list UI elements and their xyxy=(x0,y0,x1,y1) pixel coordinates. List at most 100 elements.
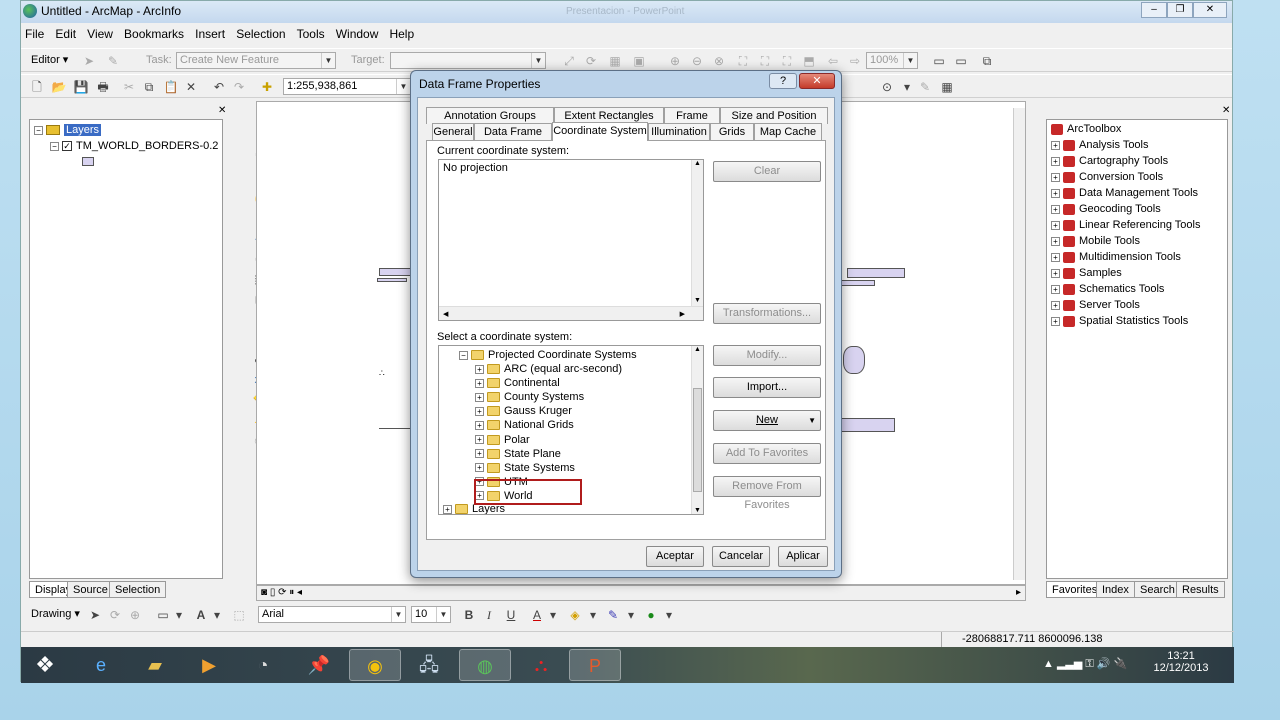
remove-from-favorites-button[interactable]: Remove From Favorites xyxy=(713,476,821,511)
print-icon[interactable]: 🖶 xyxy=(95,79,111,95)
menu-selection[interactable]: Selection xyxy=(232,25,289,43)
expand-icon[interactable]: + xyxy=(475,406,484,416)
expand-icon[interactable]: + xyxy=(475,435,484,445)
menu-edit[interactable]: Edit xyxy=(51,25,80,43)
tab-favorites[interactable]: Favorites xyxy=(1046,581,1104,598)
tree-scroll-thumb[interactable] xyxy=(693,388,702,492)
extent-icon[interactable]: ⛶ xyxy=(757,53,773,69)
editor-tool-icon[interactable]: ✎ xyxy=(917,79,933,95)
clock-app-icon[interactable]: ◔ xyxy=(237,649,289,681)
tree-item[interactable]: + Gauss Kruger xyxy=(475,405,572,417)
font-name-dropdown[interactable]: Arial ▼ xyxy=(258,606,406,623)
toolbox-item[interactable]: + Multidimension Tools xyxy=(1051,251,1181,263)
apply-button[interactable]: Aplicar xyxy=(778,546,828,567)
expand-icon[interactable]: + xyxy=(1051,284,1060,294)
delete-icon[interactable]: ✕ xyxy=(183,79,199,95)
task-dropdown[interactable]: Create New Feature ▼ xyxy=(176,52,336,69)
zoom-percent-dropdown[interactable]: 100% ▼ xyxy=(866,52,918,69)
arctoolbox-root[interactable]: ArcToolbox xyxy=(1051,123,1121,135)
focus-frame-icon[interactable]: ▭ xyxy=(953,53,969,69)
chevron-down-icon[interactable]: ▾ xyxy=(623,607,639,623)
pin-app-icon[interactable]: 📌 xyxy=(293,649,345,681)
redo-icon[interactable]: ↷ xyxy=(231,79,247,95)
new-document-icon[interactable]: 🗋 xyxy=(29,79,45,95)
toolbox-item[interactable]: + Cartography Tools xyxy=(1051,155,1168,167)
tree-node-projected[interactable]: − Projected Coordinate Systems xyxy=(459,349,637,361)
table-icon[interactable]: ▦ xyxy=(939,79,955,95)
tab-index[interactable]: Index xyxy=(1096,581,1135,598)
tree-vertical-scrollbar[interactable]: ▲ ▼ xyxy=(691,346,703,514)
back-extent-icon[interactable]: ⇦ xyxy=(825,53,841,69)
expand-icon[interactable]: + xyxy=(1051,220,1060,230)
expand-icon[interactable]: + xyxy=(1051,188,1060,198)
acrobat-icon[interactable]: ⛬ xyxy=(515,649,567,681)
zoom-in-fixed-icon[interactable]: ⊕ xyxy=(667,53,683,69)
chrome-icon[interactable]: ◉ xyxy=(349,649,401,681)
expand-icon[interactable]: + xyxy=(475,420,484,430)
tree-item[interactable]: + County Systems xyxy=(475,391,584,403)
toolbox-item[interactable]: + Samples xyxy=(1051,267,1122,279)
expand-icon[interactable]: + xyxy=(443,504,452,514)
collapse-icon[interactable]: − xyxy=(50,141,59,151)
new-text-icon[interactable]: A xyxy=(193,607,209,623)
expand-icon[interactable]: + xyxy=(1051,300,1060,310)
tab-results[interactable]: Results xyxy=(1176,581,1225,598)
map-vertical-scrollbar[interactable] xyxy=(1013,108,1025,580)
chevron-down-icon[interactable]: ▾ xyxy=(171,607,187,623)
attributes-icon[interactable]: ▦ xyxy=(607,53,623,69)
target-dropdown[interactable]: ▼ xyxy=(390,52,546,69)
details-vertical-scrollbar[interactable]: ▲ ▼ xyxy=(691,160,703,306)
copy-icon[interactable]: ⧉ xyxy=(141,79,157,95)
details-horizontal-scrollbar[interactable]: ◀ ▶ xyxy=(439,306,703,320)
add-to-favorites-button[interactable]: Add To Favorites xyxy=(713,443,821,464)
toolbox-item[interactable]: + Geocoding Tools xyxy=(1051,203,1161,215)
tab-map-cache[interactable]: Map Cache xyxy=(754,123,822,140)
map-scale-dropdown[interactable]: 1:255,938,861 ▼ xyxy=(283,78,411,95)
dialog-close-button[interactable]: ✕ xyxy=(799,73,835,89)
tree-item[interactable]: + National Grids xyxy=(475,419,574,431)
save-icon[interactable]: 💾 xyxy=(73,79,89,95)
tab-source[interactable]: Source xyxy=(67,581,114,598)
toolbox-item[interactable]: + Schematics Tools xyxy=(1051,283,1164,295)
zoom-selected-icon[interactable]: ⊕ xyxy=(127,607,143,623)
expand-icon[interactable]: + xyxy=(475,392,484,402)
open-icon[interactable]: 📂 xyxy=(51,79,67,95)
arctoolbox-close-icon[interactable]: ✕ xyxy=(1222,105,1230,116)
maximize-button[interactable]: ❐ xyxy=(1167,2,1193,18)
new-button[interactable]: New ▼ xyxy=(713,410,821,431)
current-coordinate-system-box[interactable]: No projection ▲ ▼ ◀ ▶ xyxy=(438,159,704,321)
menu-help[interactable]: Help xyxy=(385,25,418,43)
menu-insert[interactable]: Insert xyxy=(191,25,229,43)
menu-view[interactable]: View xyxy=(83,25,117,43)
tree-item[interactable]: + ARC (equal arc-second) xyxy=(475,363,622,375)
pan-page-icon[interactable]: ⊗ xyxy=(711,53,727,69)
sketch-tool-icon[interactable]: ✎ xyxy=(105,53,121,69)
expand-icon[interactable]: + xyxy=(1051,156,1060,166)
network-app-icon[interactable]: 🖧 xyxy=(403,649,455,681)
file-explorer-icon[interactable]: ▰ xyxy=(129,649,181,681)
tree-item[interactable]: + Continental xyxy=(475,377,560,389)
full-extent-icon[interactable]: ⛶ xyxy=(735,53,751,69)
tree-item[interactable]: + State Plane xyxy=(475,448,561,460)
expand-icon[interactable]: + xyxy=(1051,172,1060,182)
import-button[interactable]: Import... xyxy=(713,377,821,398)
rotate-icon[interactable]: ⟳ xyxy=(107,607,123,623)
font-size-dropdown[interactable]: 10 ▼ xyxy=(411,606,451,623)
identify-dropdown-icon[interactable]: ⊙ xyxy=(879,79,895,95)
minimize-button[interactable]: – xyxy=(1141,2,1167,18)
editor-menu-button[interactable]: Editor ▾ xyxy=(31,52,68,69)
ok-button[interactable]: Aceptar xyxy=(646,546,704,567)
marker-color-icon[interactable]: ● xyxy=(643,607,659,623)
menu-tools[interactable]: Tools xyxy=(293,25,329,43)
toolbox-item[interactable]: + Data Management Tools xyxy=(1051,187,1198,199)
toolbox-item[interactable]: + Mobile Tools xyxy=(1051,235,1140,247)
toolbox-item[interactable]: + Conversion Tools xyxy=(1051,171,1163,183)
tree-item[interactable]: + State Systems xyxy=(475,462,575,474)
expand-icon[interactable]: + xyxy=(475,378,484,388)
title-bar[interactable]: Untitled - ArcMap - ArcInfo Presentacion… xyxy=(21,1,1232,23)
chevron-down-icon[interactable]: ▾ xyxy=(899,79,915,95)
expand-icon[interactable]: + xyxy=(1051,268,1060,278)
menu-file[interactable]: File xyxy=(21,25,48,43)
edit-vertices-icon[interactable]: ⬚ xyxy=(231,607,247,623)
expand-icon[interactable]: + xyxy=(475,364,484,374)
